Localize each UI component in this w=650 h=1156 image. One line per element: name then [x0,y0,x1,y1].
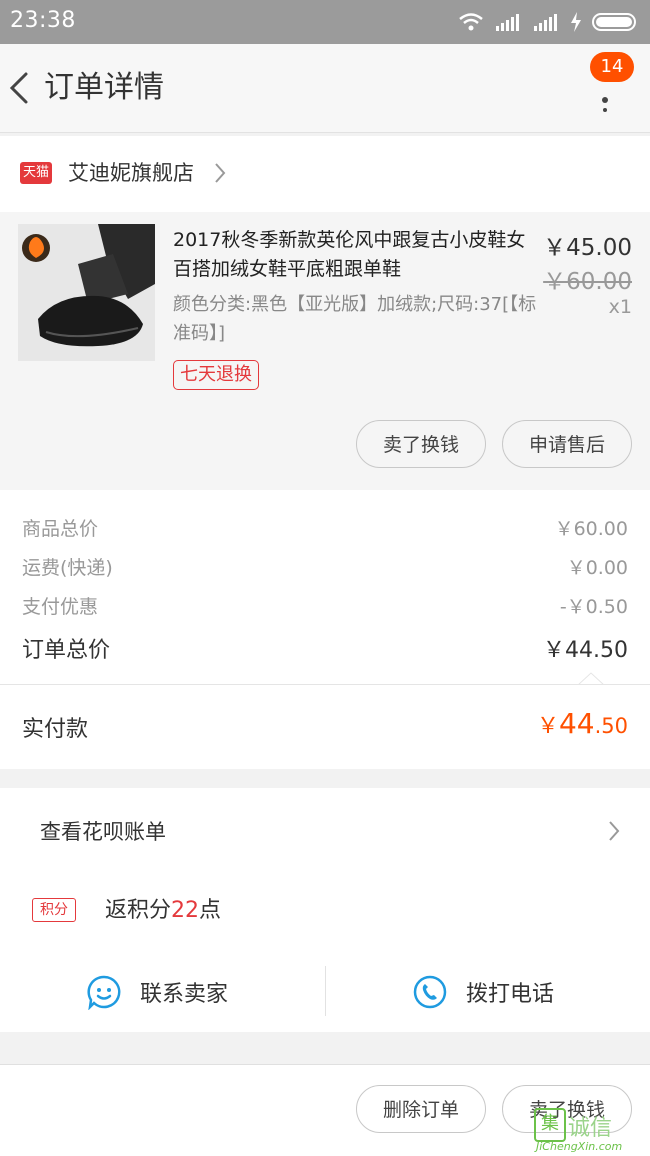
summary-label: 支付优惠 [22,596,99,618]
points-text: 返积分22点 [105,892,221,924]
back-arrow-icon[interactable] [6,66,34,110]
summary-row: 运费(快递) ￥0.00 [22,553,628,583]
product-title[interactable]: 2017秋冬季新款英伦风中跟复古小皮鞋女百搭加绒女鞋平底粗跟单鞋 [173,226,533,284]
product-spec: 颜色分类:黑色【亚光版】加绒款;尺码:37[【标准码】] [173,294,537,344]
charging-icon [571,12,581,32]
paid-label: 实付款 [22,717,89,742]
summary-value: ￥60.00 [554,518,628,540]
wifi-icon [459,13,483,31]
sell-for-cash-button[interactable]: 卖了换钱 [356,420,486,468]
points-number: 22 [171,898,200,923]
after-sale-button[interactable]: 申请售后 [502,420,632,468]
paid-currency: ￥ [536,714,559,739]
delete-order-button[interactable]: 删除订单 [356,1085,486,1133]
status-icons [458,10,640,34]
points-suffix: 点 [199,898,222,923]
product-card[interactable]: 2017秋冬季新款英伦风中跟复古小皮鞋女百搭加绒女鞋平底粗跟单鞋 颜色分类:黑色… [0,212,650,490]
notification-badge: 14 [590,52,634,82]
summary-label: 运费(快递) [22,557,113,579]
smiley-chat-icon [87,975,121,1010]
summary-value: ￥0.00 [566,557,628,579]
watermark-text: 诚信 [568,1116,613,1141]
extra-section: 查看花呗账单 积分 返积分22点 联系卖家 拨打电话 [0,788,650,1032]
shop-name: 艾迪妮旗舰店 [68,161,194,185]
phone-icon [413,975,447,1009]
return-policy-tag: 七天退换 [173,360,259,390]
order-total-row: 订单总价 ￥44.50 [22,632,628,663]
summary-label: 商品总价 [22,518,99,540]
contact-seller-button[interactable]: 联系卖家 [0,964,325,1024]
points-prefix: 返积分 [105,898,172,923]
product-price: ￥45.00 [543,235,632,261]
contact-seller-label: 联系卖家 [140,982,229,1007]
product-quantity: x1 [608,296,632,318]
order-total-value: ￥44.50 [543,638,628,663]
chevron-right-icon [215,163,226,183]
summary-row: 支付优惠 -￥0.50 [22,592,628,622]
call-phone-button[interactable]: 拨打电话 [326,964,650,1024]
call-phone-label: 拨打电话 [466,982,555,1007]
points-row: 积分 返积分22点 [0,880,650,944]
points-badge: 积分 [32,898,76,922]
signal-icon [496,14,519,31]
product-image[interactable] [18,224,155,361]
summary-value: -￥0.50 [559,596,628,618]
shop-row[interactable]: 天猫 艾迪妮旗舰店 [0,136,650,212]
signal-icon [534,14,557,31]
status-bar: 23:38 [0,0,650,44]
shoe-image [18,224,155,361]
product-original-price: ￥60.00 [543,269,632,295]
huabei-bill-row[interactable]: 查看花呗账单 [0,788,650,872]
price-summary: 商品总价 ￥60.00 运费(快递) ￥0.00 支付优惠 -￥0.50 订单总… [0,490,650,684]
paid-amount-row: 实付款 ￥44.50 [0,684,650,769]
chevron-right-icon [609,821,620,841]
watermark-url: JiChengXin.com [536,1140,623,1153]
tmall-logo: 天猫 [20,162,52,184]
summary-row: 商品总价 ￥60.00 [22,514,628,544]
order-total-label: 订单总价 [22,638,111,663]
battery-icon [592,13,636,31]
watermark-mark: 集 [534,1108,566,1142]
paid-decimal: .50 [594,714,628,738]
huabei-label: 查看花呗账单 [40,820,166,844]
page-title: 订单详情 [44,70,164,105]
paid-integer: 44 [558,707,595,740]
site-watermark: 集 诚信 JiChengXin.com [530,1108,648,1153]
nav-header: 订单详情 [0,44,650,133]
paid-value: ￥44.50 [537,707,628,740]
status-time: 23:38 [10,8,76,33]
